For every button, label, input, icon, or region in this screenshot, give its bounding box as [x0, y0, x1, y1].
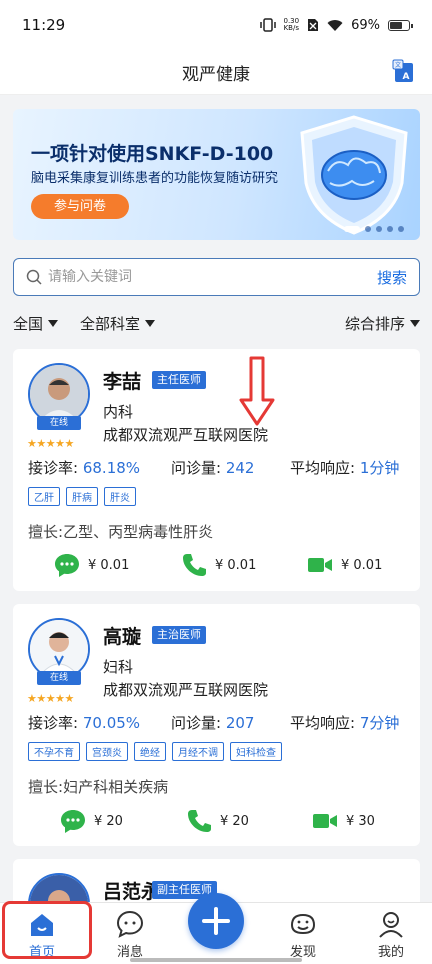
tag: 宫颈炎 [86, 742, 128, 761]
avg-response-value: 7分钟 [359, 714, 400, 732]
net-speed: 0.30 KB/s [283, 17, 300, 32]
consult-prices: ¥ 20 ¥ 20 ¥ 30 [13, 807, 420, 835]
doctor-avatar-group: 在线 ★★★★★ [27, 363, 90, 450]
battery-icon [388, 19, 413, 31]
consult-count-value: 242 [225, 459, 255, 477]
online-badge: 在线 [37, 416, 81, 430]
doctor-hospital: 成都双流观严互联网医院 [103, 426, 269, 444]
accept-rate-value: 70.05% [82, 714, 141, 732]
translate-icon[interactable]: 文 A [392, 59, 416, 85]
banner-dot [376, 226, 382, 232]
vibrate-icon [259, 18, 276, 32]
phone-consult-option[interactable]: ¥ 0.01 [180, 551, 256, 579]
search-icon [26, 269, 42, 285]
text-consult-option[interactable]: ¥ 0.01 [53, 551, 129, 579]
sort-filter[interactable]: 综合排序 [345, 313, 420, 334]
video-camera-icon [308, 558, 332, 572]
doctor-title-badge: 主任医师 [152, 371, 206, 389]
filter-bar: 全国 全部科室 综合排序 [13, 312, 420, 334]
phone-icon [188, 810, 211, 832]
consult-prices: ¥ 0.01 ¥ 0.01 ¥ 0.01 [13, 551, 420, 579]
search-bar: 搜索 [13, 258, 420, 296]
dropdown-triangle-icon [410, 319, 420, 327]
home-tab-highlight [2, 901, 92, 959]
status-time: 11:29 [22, 16, 66, 34]
tag: 月经不调 [172, 742, 224, 761]
add-plus-button[interactable] [188, 893, 244, 949]
search-button[interactable]: 搜索 [377, 267, 407, 288]
status-icons: 0.30 KB/s 69% [259, 17, 413, 33]
tab-messages[interactable]: 消息 [100, 909, 160, 960]
tab-discover[interactable]: 发现 [273, 909, 333, 960]
no-sim-icon [308, 19, 319, 31]
department-filter[interactable]: 全部科室 [80, 313, 156, 334]
doctor-avatar-group: 在线 ★★★★★ [27, 618, 90, 705]
banner-dot [365, 226, 371, 232]
doctor-skill: 擅长:乙型、丙型病毒性肝炎 [28, 523, 214, 541]
battery-percent: 69% [351, 17, 380, 33]
tag: 乙肝 [28, 487, 60, 506]
text-consult-option[interactable]: ¥ 20 [59, 807, 123, 835]
svg-text:文: 文 [395, 61, 401, 69]
tab-me[interactable]: 我的 [361, 909, 421, 960]
message-icon [116, 910, 144, 938]
banner-subtitle: 脑电采集康复训练患者的功能恢复随访研究 [31, 171, 279, 186]
doctor-tags: 乙肝 肝病 肝炎 [28, 487, 136, 506]
status-bar: 11:29 0.30 KB/s 69% [0, 0, 432, 50]
doctor-tags: 不孕不育 宫颈炎 绝经 月经不调 妇科检查 [28, 742, 282, 761]
user-icon [379, 912, 403, 938]
tag: 不孕不育 [28, 742, 80, 761]
consult-count-value: 207 [225, 714, 255, 732]
doctor-name: 高璇 [103, 626, 142, 648]
search-input[interactable] [48, 269, 377, 285]
tag: 肝炎 [104, 487, 136, 506]
tag: 肝病 [66, 487, 98, 506]
region-filter[interactable]: 全国 [13, 313, 59, 334]
rating-stars: ★★★★★ [27, 692, 74, 705]
doctor-department: 内科 [103, 403, 134, 421]
page-title: 观严健康 [182, 64, 250, 85]
join-survey-button[interactable]: 参与问卷 [31, 194, 129, 219]
doctor-name: 李喆 [103, 371, 142, 393]
tag: 妇科检查 [230, 742, 282, 761]
tag: 绝经 [134, 742, 166, 761]
gesture-bar [130, 958, 302, 962]
doctor-card[interactable]: 在线 ★★★★★ 高璇 主治医师 妇科 成都双流观严互联网医院 接诊率: 70.… [13, 604, 420, 846]
discover-icon [290, 913, 316, 935]
banner-title: 一项针对使用SNKF-D-100 [31, 143, 274, 165]
banner-dot [387, 226, 393, 232]
phone-icon [183, 554, 206, 576]
svg-text:A: A [403, 72, 410, 82]
banner-dot [344, 226, 360, 232]
chat-bubble-icon [55, 554, 79, 577]
avg-response-value: 1分钟 [359, 459, 400, 477]
doctor-department: 妇科 [103, 658, 134, 676]
nav-bar: 观严健康 文 A [0, 50, 432, 95]
dropdown-triangle-icon [48, 319, 59, 327]
video-consult-option[interactable]: ¥ 30 [311, 807, 375, 835]
annotation-arrow-icon [239, 356, 275, 426]
doctor-card[interactable]: 在线 ★★★★★ 李喆 主任医师 内科 成都双流观严互联网医院 接诊率: 68.… [13, 349, 420, 591]
doctor-title-badge: 主治医师 [152, 626, 206, 644]
doctor-hospital: 成都双流观严互联网医院 [103, 681, 269, 699]
dropdown-triangle-icon [145, 319, 156, 327]
video-consult-option[interactable]: ¥ 0.01 [306, 551, 382, 579]
promo-banner[interactable]: 一项针对使用SNKF-D-100 脑电采集康复训练患者的功能恢复随访研究 参与问… [13, 109, 420, 240]
doctor-skill: 擅长:妇产科相关疾病 [28, 778, 169, 796]
banner-dot [398, 226, 404, 232]
rating-stars: ★★★★★ [27, 437, 74, 450]
accept-rate-value: 68.18% [82, 459, 141, 477]
wifi-icon [327, 19, 343, 31]
phone-consult-option[interactable]: ¥ 20 [185, 807, 249, 835]
video-camera-icon [313, 814, 337, 828]
online-badge: 在线 [37, 671, 81, 685]
chat-bubble-icon [61, 810, 85, 833]
brain-shield-icon [300, 115, 408, 235]
banner-pagination [344, 226, 404, 232]
